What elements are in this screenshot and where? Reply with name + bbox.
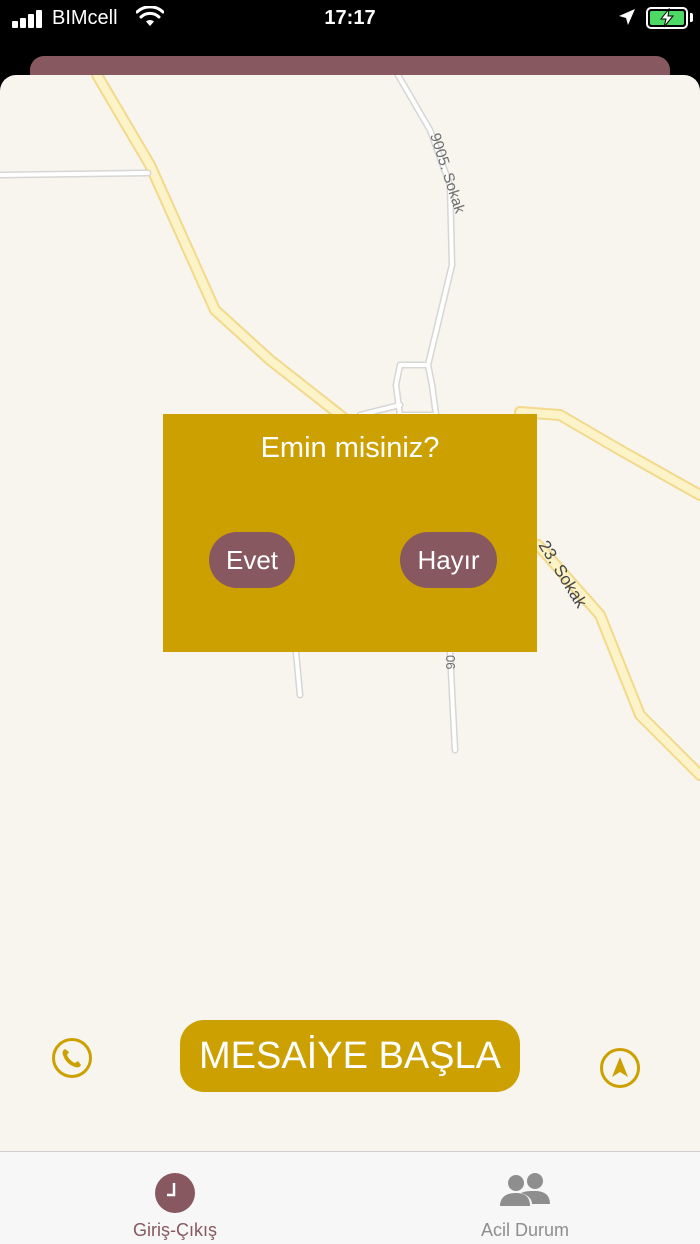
tab-acil-durum[interactable]: Acil Durum: [350, 1152, 700, 1244]
main-card: 9005. Sokak 23. Sokak 06 Emin misiniz? E…: [0, 75, 700, 1244]
confirm-dialog: Emin misiniz? Evet Hayır: [163, 414, 537, 652]
tab-bar: Giriş-Çıkış Acil Durum: [0, 1151, 700, 1244]
clock-icon: [155, 1173, 195, 1213]
location-services-icon: [619, 9, 635, 25]
street-label-06: 06: [443, 655, 458, 669]
tab-giris-cikis[interactable]: Giriş-Çıkış: [0, 1152, 350, 1244]
status-bar: BIMcell 17:17: [0, 0, 700, 56]
dialog-title: Emin misiniz?: [260, 432, 440, 464]
yes-button[interactable]: Evet: [209, 532, 295, 588]
call-button[interactable]: [52, 1038, 92, 1078]
no-button[interactable]: Hayır: [400, 532, 497, 588]
status-time: 17:17: [324, 7, 376, 29]
tab-label: Acil Durum: [480, 1220, 569, 1240]
start-shift-button[interactable]: MESAİYE BAŞLA: [180, 1020, 520, 1092]
navigation-arrow-icon: [612, 1057, 628, 1077]
phone-icon: [62, 1049, 81, 1068]
navigation-button[interactable]: [600, 1048, 640, 1088]
tab-label: Giriş-Çıkış: [133, 1220, 217, 1240]
battery-tip: [690, 13, 693, 22]
people-icon: [500, 1173, 550, 1206]
street-label-23: 23. Sokak: [535, 537, 591, 612]
charging-bolt-icon: [659, 8, 675, 28]
